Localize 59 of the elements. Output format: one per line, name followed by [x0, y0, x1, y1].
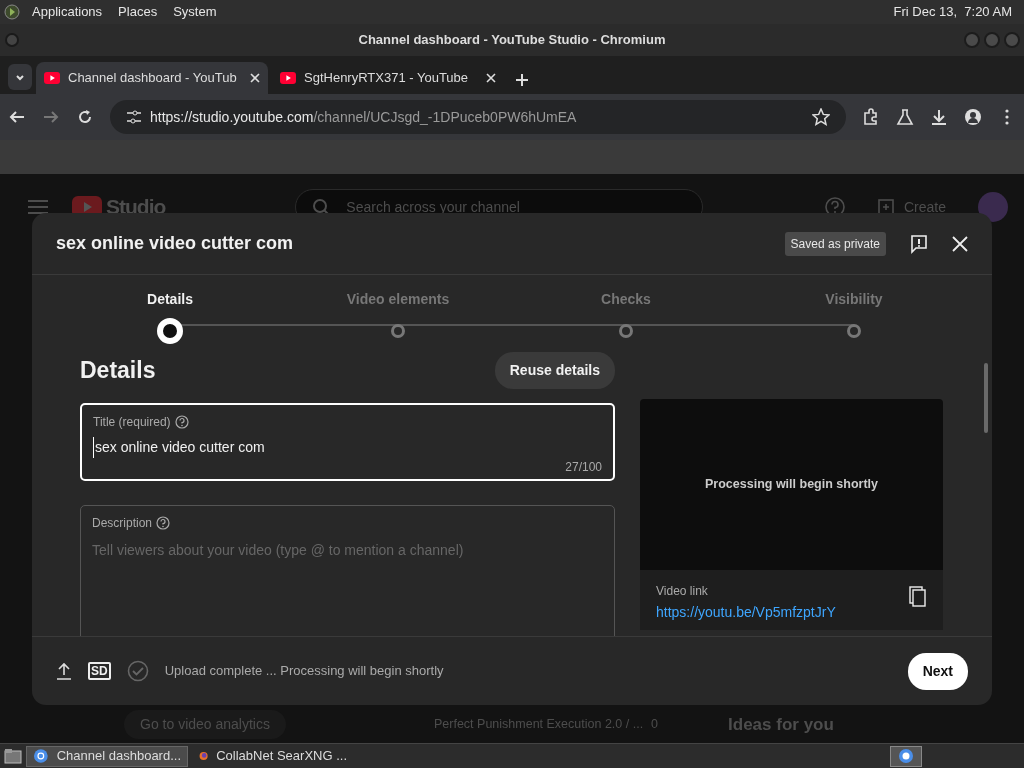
flask-icon[interactable]: [896, 108, 914, 126]
star-icon[interactable]: [812, 108, 830, 126]
chevron-down-icon: [15, 73, 25, 81]
copy-icon[interactable]: [909, 586, 927, 608]
youtube-icon: [44, 72, 60, 84]
help-icon[interactable]: [174, 415, 189, 429]
address-bar[interactable]: https://studio.youtube.com/channel/UCJsgd_-1DPuceb0PW6hUmEA: [110, 100, 846, 134]
video-link[interactable]: https://youtu.be/Vp5mfzptJrY: [656, 604, 836, 620]
quality-badge: SD: [88, 662, 111, 680]
section-heading: Details: [80, 355, 156, 385]
video-title: Perfect Punishment Execution 2.0 / ...: [433, 716, 644, 734]
check-circle-icon: [126, 660, 149, 682]
site-settings-icon[interactable]: [126, 109, 142, 125]
description-field[interactable]: Description Tell viewers about your video (type @ to mention a channel): [80, 505, 615, 636]
search-icon: [312, 198, 331, 216]
field-label: Description: [92, 515, 153, 532]
workspace-switcher[interactable]: [890, 745, 922, 767]
upload-icon[interactable]: [56, 662, 72, 680]
processing-message: Processing will begin shortly: [705, 476, 878, 494]
profile-icon[interactable]: [964, 108, 982, 126]
reload-icon[interactable]: [76, 108, 94, 126]
browser-tab[interactable]: SgtHenryRTX371 - YouTube: [272, 62, 504, 94]
reuse-details-button[interactable]: Reuse details: [494, 351, 615, 389]
feedback-icon[interactable]: [910, 233, 928, 254]
taskbar-button[interactable]: Channel dashboard...: [26, 745, 188, 767]
taskbar-button[interactable]: CollabNet SearXNG ...: [192, 745, 354, 767]
panel-menu[interactable]: System: [165, 2, 225, 22]
app-menu-icon[interactable]: [4, 4, 20, 20]
close-icon[interactable]: [952, 235, 968, 252]
status-badge: Saved as private: [784, 231, 886, 256]
field-value: sex online video cutter com: [93, 437, 602, 458]
field-placeholder: Tell viewers about your video (type @ to mention a channel): [92, 541, 465, 560]
tab-search-button[interactable]: [8, 64, 32, 90]
download-icon[interactable]: [930, 108, 948, 126]
url-text: https://studio.youtube.com/channel/UCJsgd_-1DPuceb0PW6hUmEA: [150, 107, 578, 127]
title-field[interactable]: Title (required) sex online video cutter com 27/100: [80, 403, 615, 481]
panel-menu[interactable]: Applications: [24, 2, 111, 22]
upload-status: Upload complete ... Processing will begin shortly: [164, 662, 444, 681]
scrollbar-thumb[interactable]: [984, 363, 988, 433]
section-heading: Ideas for you: [728, 713, 834, 736]
new-tab-icon[interactable]: [516, 74, 528, 86]
next-button[interactable]: Next: [907, 652, 968, 690]
browser-icon: [33, 748, 49, 764]
browser-tab[interactable]: Channel dashboard - YouTub: [36, 62, 268, 94]
window-title: Channel dashboard - YouTube Studio - Chromium: [358, 31, 666, 50]
clock: Fri Dec 13, 7:20 AM: [893, 3, 1013, 22]
close-icon[interactable]: [486, 73, 496, 83]
file-manager-icon[interactable]: [4, 747, 22, 765]
close-icon[interactable]: [250, 73, 260, 83]
panel-menu[interactable]: Places: [110, 2, 166, 22]
help-icon[interactable]: [156, 516, 171, 530]
character-counter: 27/100: [565, 459, 602, 476]
youtube-icon: [280, 72, 296, 84]
link-label: Video link: [656, 583, 709, 600]
field-label: Title (required): [93, 414, 171, 431]
browser-icon: [898, 748, 914, 764]
step-tab[interactable]: Details: [147, 289, 193, 310]
dialog-title: sex online video cutter com: [56, 232, 294, 255]
extensions-icon[interactable]: [862, 108, 880, 126]
